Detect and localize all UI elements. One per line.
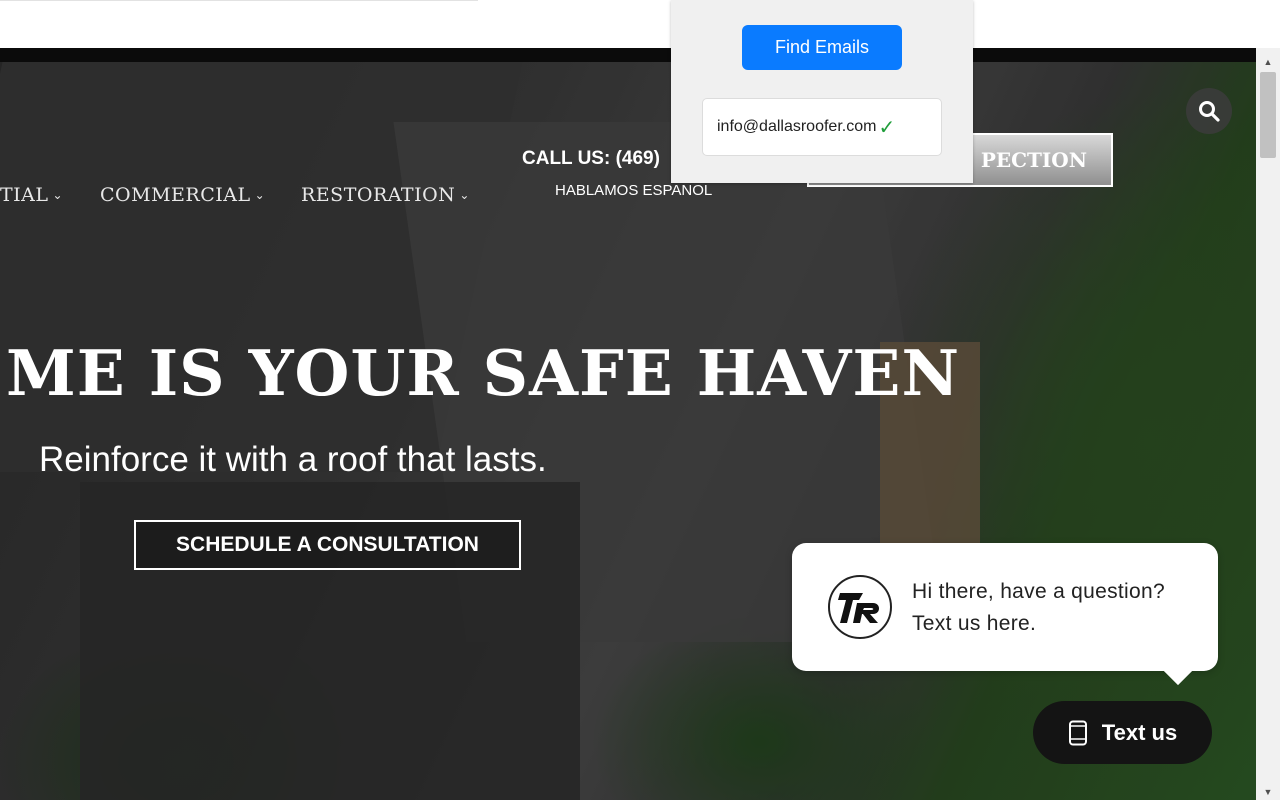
chevron-down-icon: ⌄: [52, 188, 64, 202]
scrollbar-thumb[interactable]: [1260, 72, 1276, 158]
scroll-up-arrow-icon[interactable]: ▲: [1256, 54, 1280, 70]
nav-item-label: COMMERCIAL: [100, 184, 251, 206]
hero-headline: ME IS YOUR SAFE HAVEN: [6, 336, 961, 410]
site-top-bar: [0, 48, 1256, 62]
scroll-down-arrow-icon[interactable]: ▼: [1256, 784, 1280, 800]
phone-icon: [1068, 720, 1087, 745]
hablamos-espanol: HABLAMOS ESPANOL: [555, 182, 713, 199]
email-finder-popup: Find Emails info@dallasroofer.com ✓: [671, 0, 973, 183]
nav-item-restoration[interactable]: RESTORATION ⌄: [301, 184, 470, 206]
call-us-phone[interactable]: CALL US: (469): [522, 148, 660, 170]
chevron-down-icon: ⌄: [459, 188, 470, 202]
hero-subhead: Reinforce it with a roof that lasts.: [39, 440, 547, 479]
nav-item-residential[interactable]: TIAL ⌄: [0, 184, 63, 206]
search-button[interactable]: [1186, 88, 1232, 134]
company-logo: [828, 575, 892, 639]
chat-prompt-bubble[interactable]: Hi there, have a question? Text us here.: [792, 543, 1218, 671]
text-us-button[interactable]: Text us: [1033, 701, 1212, 764]
nav-item-label: RESTORATION: [301, 184, 456, 206]
nav-item-commercial[interactable]: COMMERCIAL ⌄: [100, 184, 265, 206]
top-divider: [0, 0, 478, 1]
logo-mark: [838, 593, 879, 623]
inspection-button-label: PECTION: [980, 148, 1087, 172]
chat-message: Hi there, have a question? Text us here.: [912, 580, 1165, 635]
browser-top-area: [0, 0, 1280, 48]
find-emails-button[interactable]: Find Emails: [742, 25, 902, 70]
chevron-down-icon: ⌄: [254, 188, 266, 202]
email-result[interactable]: info@dallasroofer.com ✓: [702, 98, 942, 156]
schedule-consultation-button[interactable]: SCHEDULE A CONSULTATION: [134, 520, 521, 570]
email-address: info@dallasroofer.com: [717, 118, 877, 135]
search-icon: [1199, 101, 1220, 122]
find-emails-label: Find Emails: [774, 37, 870, 57]
check-icon: ✓: [878, 116, 896, 139]
nav-item-label: TIAL: [0, 184, 49, 206]
schedule-consultation-label: SCHEDULE A CONSULTATION: [176, 533, 479, 556]
text-us-label: Text us: [1101, 719, 1178, 745]
page-scrollbar[interactable]: ▲ ▼: [1256, 48, 1280, 800]
